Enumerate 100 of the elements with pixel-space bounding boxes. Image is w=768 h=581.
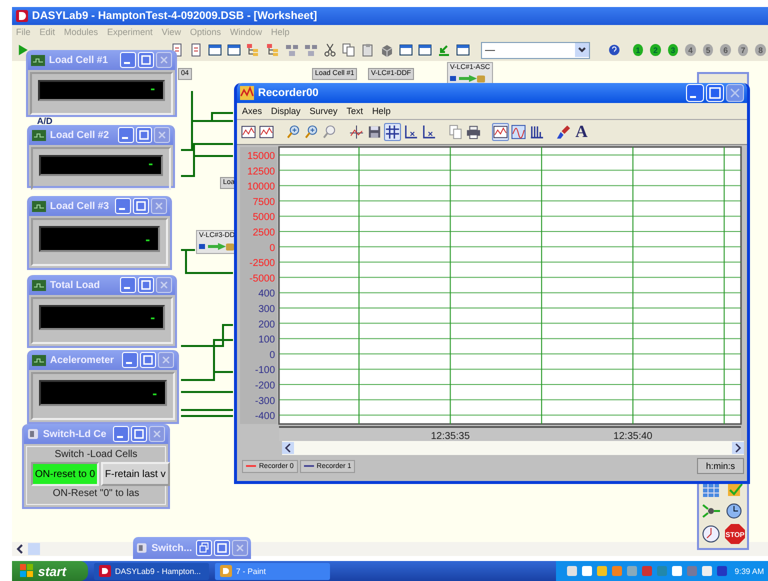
step-button[interactable]: 6: [720, 44, 731, 56]
tray-icon[interactable]: [596, 565, 608, 577]
tray-icon[interactable]: [566, 565, 578, 577]
blocks-icon[interactable]: [284, 42, 299, 58]
tree-icon[interactable]: [265, 42, 280, 58]
menu-item[interactable]: Axes: [242, 106, 262, 116]
minimize-button[interactable]: [120, 52, 136, 68]
maximize-button[interactable]: [131, 426, 147, 442]
switch-caption: Switch -Load Cells: [54, 449, 138, 460]
font-button[interactable]: A: [573, 123, 590, 141]
step-button[interactable]: 7: [738, 44, 748, 56]
minimize-button[interactable]: [122, 352, 138, 368]
axis-icon[interactable]: [420, 123, 437, 141]
scroll-right-icon[interactable]: [732, 442, 744, 454]
time-unit-label: h:min:s: [696, 458, 744, 474]
step-button[interactable]: 5: [702, 44, 714, 56]
axis-icon[interactable]: [402, 123, 419, 141]
maximize-button[interactable]: [138, 52, 154, 68]
window-icon[interactable]: [456, 42, 470, 58]
window-icon[interactable]: [418, 42, 432, 58]
window-icon[interactable]: [208, 42, 222, 58]
maximize-button[interactable]: [133, 198, 149, 214]
cube-icon[interactable]: [380, 42, 394, 58]
step-button[interactable]: 3: [668, 44, 678, 56]
display-reading: -: [150, 82, 155, 94]
play-icon[interactable]: [18, 43, 29, 57]
module-icon: [31, 54, 45, 66]
scissors-icon[interactable]: [322, 42, 337, 58]
display-reading: -: [150, 311, 155, 323]
cursor-icon[interactable]: [348, 123, 365, 141]
window-icon[interactable]: [227, 42, 242, 58]
menu-item[interactable]: Display: [271, 106, 301, 116]
axis-label: -400: [254, 411, 275, 422]
brush-icon[interactable]: [555, 123, 572, 141]
tray-icon[interactable]: [670, 565, 683, 577]
copy-icon[interactable]: [342, 42, 356, 58]
maximize-button[interactable]: [138, 277, 154, 293]
display-reading: -: [148, 157, 153, 169]
caret-icon[interactable]: [575, 43, 590, 57]
window-icon[interactable]: [398, 42, 413, 58]
app-logo-icon: [16, 10, 28, 22]
tray-icon[interactable]: [700, 565, 713, 577]
blocks-icon[interactable]: [304, 42, 318, 58]
checkmark-icon[interactable]: [726, 482, 744, 498]
menu-item[interactable]: Help: [372, 106, 391, 116]
step-button[interactable]: 2: [650, 44, 661, 56]
zoom-in-icon[interactable]: [285, 123, 302, 141]
maximize-button[interactable]: [214, 540, 230, 556]
step-button[interactable]: 4: [685, 44, 696, 56]
module-icon: [32, 200, 46, 212]
chart-icon[interactable]: [258, 123, 275, 141]
chart-icon[interactable]: [492, 123, 509, 141]
help-icon[interactable]: [609, 44, 620, 56]
scroll-left-icon[interactable]: [282, 442, 294, 454]
document-icon[interactable]: [189, 42, 204, 58]
window-title: DASYLab9 - HamptonTest-4-092009.DSB - [Worksheet]: [32, 10, 318, 22]
maximize-button[interactable]: [140, 352, 156, 368]
axis-label: 15000: [247, 151, 275, 162]
minimized-window[interactable]: Switch...: [133, 537, 251, 559]
close-button[interactable]: [726, 84, 744, 102]
scroll-thumb[interactable]: [28, 543, 40, 555]
start-button[interactable]: start: [12, 561, 88, 581]
windows-logo-icon: [20, 564, 34, 578]
menu-item[interactable]: Text: [346, 106, 364, 116]
module-icon[interactable]: [450, 74, 486, 84]
grid-icon[interactable]: [384, 123, 401, 141]
axis-label: 200: [258, 319, 275, 330]
taskbar-button[interactable]: DASYLab9 - Hampton...: [94, 562, 209, 580]
paste-icon[interactable]: [360, 42, 375, 58]
zoom-out-icon[interactable]: [321, 123, 338, 141]
restore-button[interactable]: [196, 540, 212, 556]
maximize-button[interactable]: [136, 127, 152, 143]
window-title: Acelerometer: [50, 354, 114, 366]
maximize-button[interactable]: [706, 84, 724, 102]
step-button[interactable]: 1: [632, 44, 644, 56]
minimize-button[interactable]: [120, 277, 136, 293]
display-reading: -: [145, 233, 150, 245]
step-button[interactable]: 8: [755, 44, 766, 56]
tray-icon[interactable]: [580, 565, 593, 577]
module-icon[interactable]: [199, 242, 235, 252]
minimize-button[interactable]: [115, 198, 131, 214]
taskbar-button[interactable]: 7 - Paint: [215, 562, 330, 580]
minimize-button[interactable]: [686, 84, 704, 102]
time-label: 12:35:35: [430, 431, 470, 441]
menu-item[interactable]: Survey: [310, 106, 338, 116]
wave-icon[interactable]: [510, 123, 527, 141]
clock-icon[interactable]: [726, 503, 744, 519]
chart-icon[interactable]: [240, 123, 257, 141]
switch-option[interactable]: F-retain last v: [101, 462, 170, 486]
zoom-in-icon[interactable]: [303, 123, 320, 141]
arrows-icon[interactable]: [702, 503, 720, 519]
minimize-button[interactable]: [118, 127, 134, 143]
dropdown[interactable]: —: [481, 42, 590, 58]
minimize-button[interactable]: [113, 426, 129, 442]
switch-option[interactable]: ON-reset to 0: [31, 462, 100, 486]
tree-icon[interactable]: [246, 42, 260, 58]
tray-icon[interactable]: [716, 565, 728, 577]
printer-icon[interactable]: [465, 123, 482, 141]
clock-icon[interactable]: [702, 525, 720, 543]
axis-label: 0: [269, 350, 275, 361]
